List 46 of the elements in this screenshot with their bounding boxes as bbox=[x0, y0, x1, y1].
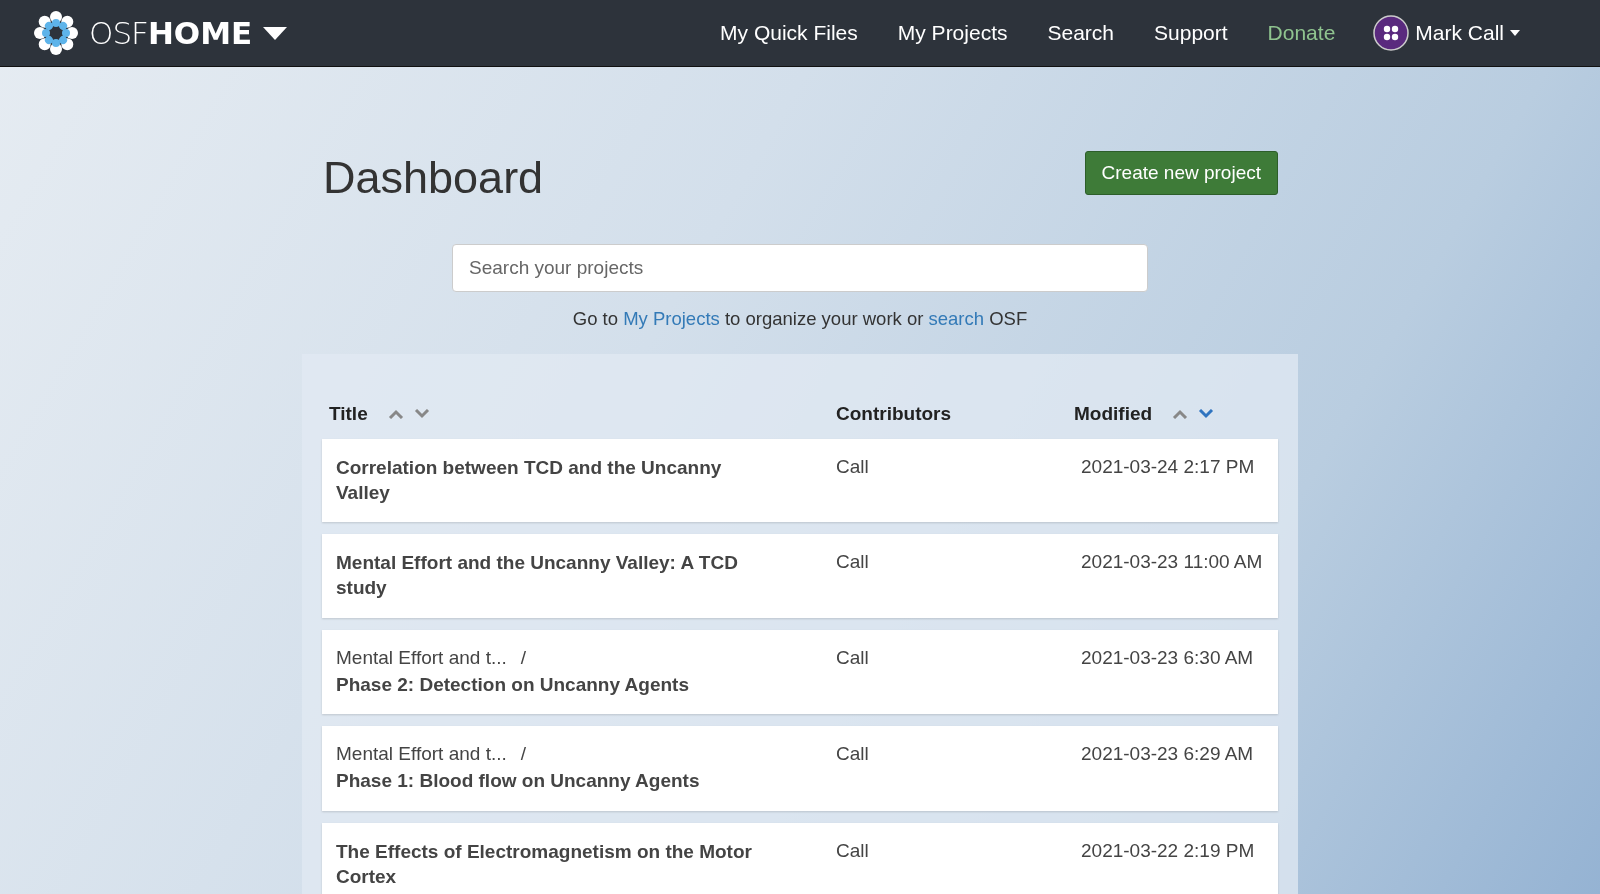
modified-date: 2021-03-23 6:30 AM bbox=[1081, 646, 1255, 669]
project-title: Correlation between TCD and the Uncanny Valley bbox=[336, 456, 723, 505]
logo-icon[interactable] bbox=[33, 10, 79, 56]
column-header: Modified bbox=[1074, 403, 1153, 425]
brand-title[interactable]: OSFHOME bbox=[89, 15, 253, 51]
path-separator: / bbox=[520, 743, 527, 766]
contributor-name: Call bbox=[836, 646, 870, 669]
project-title: Phase 1: Blood flow on Uncanny Agents bbox=[336, 769, 701, 794]
contributor-name: Call bbox=[836, 840, 870, 863]
sort-descending-icon[interactable] bbox=[1198, 409, 1215, 419]
nav-link[interactable]: My Projects bbox=[897, 21, 1008, 45]
project-title: Phase 2: Detection on Uncanny Agents bbox=[336, 672, 690, 697]
modified-date: 2021-03-24 2:17 PM bbox=[1081, 456, 1256, 478]
contributor-name: Call bbox=[836, 551, 870, 574]
project-row[interactable]: Correlation between TCD and the Uncanny Valley Call 2021-03-24 2:17 PM bbox=[322, 439, 1278, 523]
hint-text: Go to My Projects to organize your work or search OSF bbox=[571, 308, 1029, 330]
caret-icon[interactable] bbox=[262, 25, 289, 41]
parent-project: Mental Effort and t... bbox=[336, 743, 507, 766]
project-title: The Effects of Electromagnetism on the Motor Cortex bbox=[336, 840, 753, 889]
contributor-name: Call bbox=[836, 743, 870, 766]
modified-date: 2021-03-23 6:29 AM bbox=[1081, 743, 1255, 766]
project-row[interactable]: Mental Effort and t... / Phase 2: Detection on Uncanny Agents Call 2021-03-23 6:30 AM bbox=[322, 629, 1278, 715]
avatar-icon[interactable] bbox=[1373, 15, 1410, 51]
nav-link[interactable]: Search bbox=[1047, 21, 1115, 45]
user-menu[interactable]: Mark Call bbox=[1415, 21, 1504, 45]
nav-link[interactable]: My Quick Files bbox=[720, 21, 858, 45]
create-project-button[interactable]: Create new project bbox=[1084, 151, 1278, 195]
caret-icon[interactable] bbox=[1510, 30, 1520, 36]
modified-date: 2021-03-23 11:00 AM bbox=[1081, 551, 1264, 574]
path-separator: / bbox=[520, 646, 527, 669]
column-header: Contributors bbox=[836, 403, 952, 425]
search-field[interactable]: Search your projects bbox=[452, 244, 1148, 292]
page-title: Dashboard bbox=[323, 155, 544, 200]
project-row[interactable]: The Effects of Electromagnetism on the Motor Cortex Call 2021-03-22 2:19 PM bbox=[322, 823, 1278, 894]
nav-link[interactable]: Support bbox=[1154, 21, 1228, 45]
nav-link[interactable]: Donate bbox=[1267, 21, 1336, 45]
project-title: Mental Effort and the Uncanny Valley: A TCD study bbox=[336, 551, 739, 601]
sort-ascending-icon[interactable] bbox=[387, 409, 404, 419]
project-row[interactable]: Mental Effort and the Uncanny Valley: A TCD study Call 2021-03-23 11:00 AM bbox=[322, 534, 1278, 618]
contributor-name: Call bbox=[836, 456, 870, 478]
sort-ascending-icon[interactable] bbox=[1172, 409, 1189, 419]
column-header: Title bbox=[329, 403, 368, 425]
project-row[interactable]: Mental Effort and t... / Phase 1: Blood flow on Uncanny Agents Call 2021-03-23 6:29 AM bbox=[322, 726, 1278, 812]
sort-descending-icon[interactable] bbox=[413, 409, 430, 419]
parent-project: Mental Effort and t... bbox=[336, 646, 507, 669]
modified-date: 2021-03-22 2:19 PM bbox=[1081, 840, 1256, 863]
